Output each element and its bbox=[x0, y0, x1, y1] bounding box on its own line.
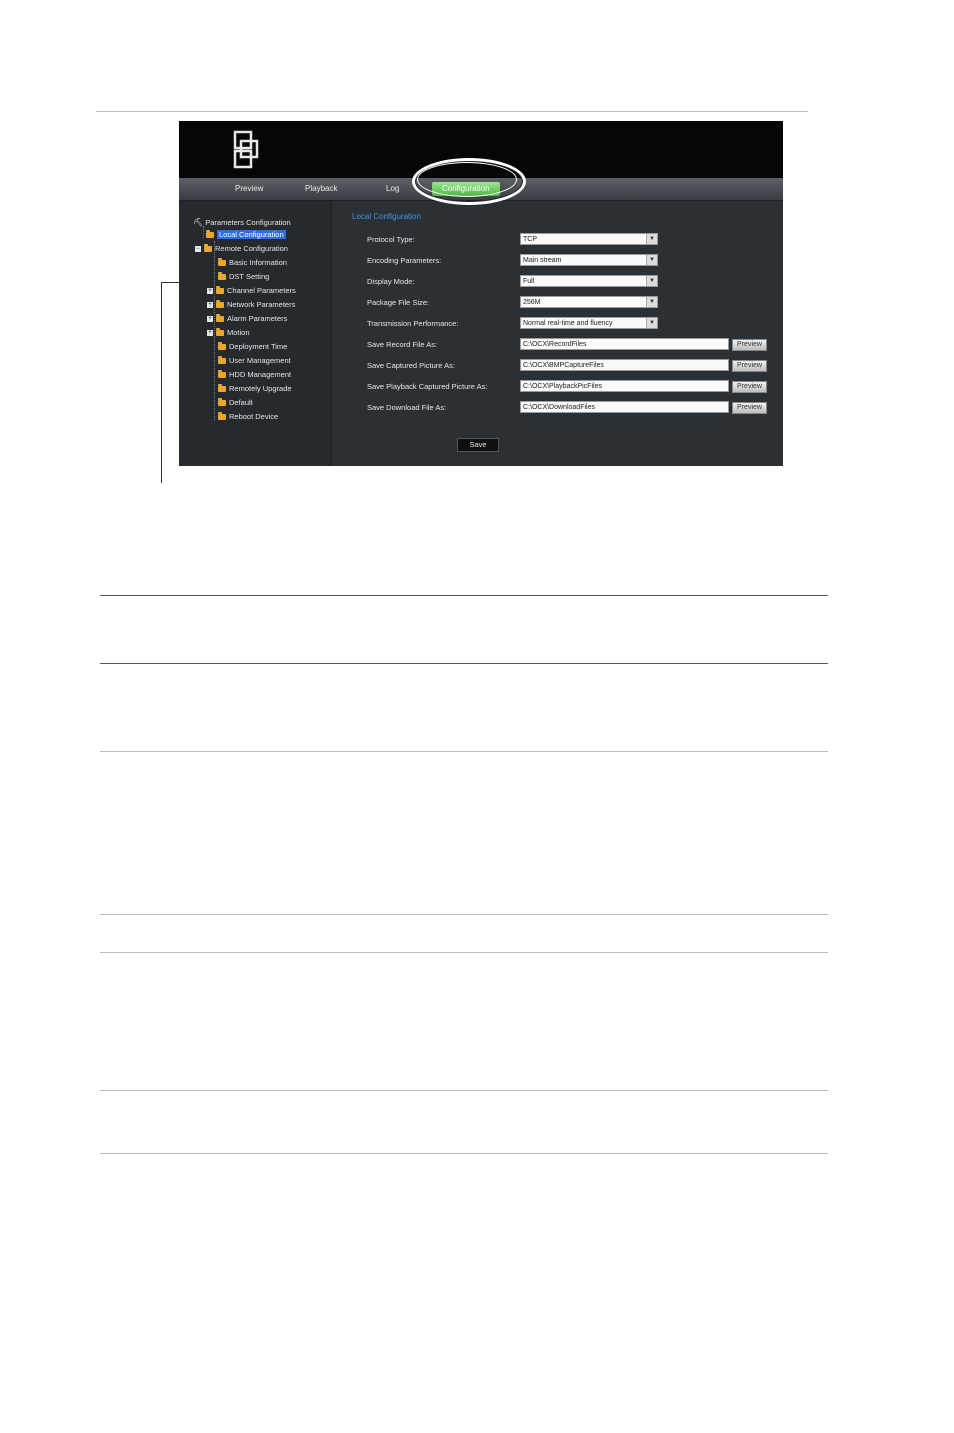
table-rule bbox=[100, 952, 828, 953]
expand-icon[interactable]: + bbox=[207, 288, 213, 295]
save-captured-picture-input[interactable]: C:\OCX\BMPCaptureFiles bbox=[520, 359, 729, 371]
banner bbox=[179, 121, 783, 178]
tree-root[interactable]: ⛏ Parameters Configuration bbox=[193, 218, 291, 228]
package-file-size-label: Package File Size: bbox=[367, 298, 430, 307]
encoding-parameters-label: Encoding Parameters: bbox=[367, 256, 442, 265]
folder-icon bbox=[218, 272, 226, 281]
tab-playback[interactable]: Playback bbox=[305, 182, 337, 196]
encoding-parameters-select[interactable]: Main stream ▼ bbox=[520, 254, 658, 266]
chevron-down-icon[interactable]: ▼ bbox=[646, 234, 657, 244]
table-rule bbox=[100, 1153, 828, 1154]
folder-icon bbox=[218, 384, 226, 393]
transmission-performance-select[interactable]: Normal real-time and fluency ▼ bbox=[520, 317, 658, 329]
folder-icon bbox=[206, 230, 214, 239]
chevron-down-icon[interactable]: ▼ bbox=[646, 297, 657, 307]
tab-log[interactable]: Log bbox=[386, 182, 399, 196]
folder-icon bbox=[216, 300, 224, 309]
logo-icon bbox=[233, 130, 259, 169]
table-rule bbox=[100, 663, 828, 664]
save-button[interactable]: Save bbox=[457, 438, 499, 452]
package-file-size-select[interactable]: 256M ▼ bbox=[520, 296, 658, 308]
protocol-type-label: Protocol Type: bbox=[367, 235, 415, 244]
table-rule bbox=[100, 751, 828, 752]
expand-icon[interactable]: + bbox=[207, 330, 213, 337]
tree-item-channel-parameters[interactable]: + Channel Parameters bbox=[207, 286, 296, 296]
folder-icon bbox=[218, 412, 226, 421]
config-window: Preview Playback Log Configuration ⛏ Par… bbox=[179, 121, 783, 466]
display-mode-value: Full bbox=[523, 278, 535, 285]
config-tree: ⛏ Parameters Configuration Local Configu… bbox=[179, 201, 332, 466]
chevron-down-icon[interactable]: ▼ bbox=[646, 318, 657, 328]
folder-icon bbox=[216, 328, 224, 337]
table-rule bbox=[100, 1090, 828, 1091]
display-mode-select[interactable]: Full ▼ bbox=[520, 275, 658, 287]
chevron-down-icon[interactable]: ▼ bbox=[646, 276, 657, 286]
tab-configuration[interactable]: Configuration bbox=[432, 182, 500, 196]
folder-icon bbox=[218, 356, 226, 365]
encoding-parameters-value: Main stream bbox=[523, 257, 562, 264]
main-nav: Preview Playback Log Configuration bbox=[179, 178, 783, 201]
package-file-size-value: 256M bbox=[523, 299, 541, 306]
tree-item-dst-setting[interactable]: DST Setting bbox=[218, 272, 269, 282]
tree-item-user-management[interactable]: User Management bbox=[218, 356, 291, 366]
protocol-type-select[interactable]: TCP ▼ bbox=[520, 233, 658, 245]
save-record-file-preview-button[interactable]: Preview bbox=[732, 339, 767, 351]
callout-line bbox=[161, 282, 162, 483]
protocol-type-value: TCP bbox=[523, 236, 537, 243]
transmission-performance-value: Normal real-time and fluency bbox=[523, 320, 613, 327]
tree-item-deployment-time[interactable]: Deployment Time bbox=[218, 342, 287, 352]
save-download-file-input[interactable]: C:\OCX\DownloadFiles bbox=[520, 401, 729, 413]
parameters-icon: ⛏ bbox=[193, 218, 204, 227]
tree-item-local-configuration[interactable]: Local Configuration bbox=[206, 230, 286, 240]
folder-icon bbox=[218, 342, 226, 351]
save-captured-picture-label: Save Captured Picture As: bbox=[367, 361, 455, 370]
tree-item-alarm-parameters[interactable]: + Alarm Parameters bbox=[207, 314, 287, 324]
tree-item-network-parameters[interactable]: + Network Parameters bbox=[207, 300, 295, 310]
save-playback-captured-picture-label: Save Playback Captured Picture As: bbox=[367, 382, 488, 391]
display-mode-label: Display Mode: bbox=[367, 277, 415, 286]
table-rule bbox=[100, 914, 828, 915]
local-configuration-panel: Local Configuration Protocol Type: TCP ▼ … bbox=[332, 201, 783, 466]
expand-icon[interactable]: + bbox=[207, 302, 213, 309]
tree-item-basic-information[interactable]: Basic Information bbox=[218, 258, 287, 268]
table-rule bbox=[100, 595, 828, 596]
tree-item-default[interactable]: Default bbox=[218, 398, 253, 408]
collapse-icon[interactable]: − bbox=[195, 246, 201, 253]
save-playback-captured-picture-input[interactable]: C:\OCX\PlaybackPicFiles bbox=[520, 380, 729, 392]
save-download-file-preview-button[interactable]: Preview bbox=[732, 402, 767, 414]
folder-icon bbox=[218, 370, 226, 379]
save-record-file-label: Save Record File As: bbox=[367, 340, 438, 349]
save-download-file-label: Save Download File As: bbox=[367, 403, 447, 412]
save-captured-picture-preview-button[interactable]: Preview bbox=[732, 360, 767, 372]
folder-icon bbox=[218, 258, 226, 267]
tree-item-remote-configuration[interactable]: − Remote Configuration bbox=[195, 244, 288, 254]
tree-item-hdd-management[interactable]: HDD Management bbox=[218, 370, 291, 380]
tree-item-remotely-upgrade[interactable]: Remotely Upgrade bbox=[218, 384, 292, 394]
tree-item-reboot-device[interactable]: Reboot Device bbox=[218, 412, 278, 422]
header-rule bbox=[96, 111, 808, 112]
folder-icon bbox=[216, 314, 224, 323]
section-title: Local Configuration bbox=[352, 212, 421, 221]
transmission-performance-label: Transmission Performance: bbox=[367, 319, 459, 328]
tree-item-motion[interactable]: + Motion bbox=[207, 328, 250, 338]
folder-icon bbox=[218, 398, 226, 407]
folder-icon bbox=[204, 244, 212, 253]
tab-preview[interactable]: Preview bbox=[235, 182, 263, 196]
expand-icon[interactable]: + bbox=[207, 316, 213, 323]
chevron-down-icon[interactable]: ▼ bbox=[646, 255, 657, 265]
folder-icon bbox=[216, 286, 224, 295]
save-playback-captured-picture-preview-button[interactable]: Preview bbox=[732, 381, 767, 393]
save-record-file-input[interactable]: C:\OCX\RecordFiles bbox=[520, 338, 729, 350]
